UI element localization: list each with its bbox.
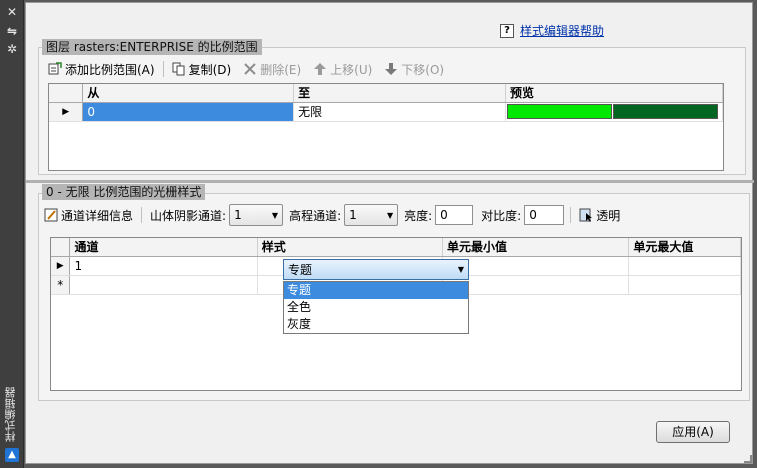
- copy-icon: [172, 62, 186, 76]
- column-header-preview[interactable]: 预览: [505, 84, 723, 103]
- cell-min[interactable]: [442, 275, 630, 295]
- chevron-down-icon: ▼: [457, 265, 464, 274]
- delete-icon: [243, 62, 257, 76]
- help-link[interactable]: ? 样式编辑器帮助: [499, 22, 604, 39]
- brightness-input[interactable]: 0: [435, 205, 474, 225]
- column-header-max[interactable]: 单元最大值: [628, 238, 741, 257]
- move-up-button[interactable]: 上移(U): [307, 59, 378, 79]
- cell-channel[interactable]: [69, 275, 258, 295]
- autohide-icon[interactable]: ⇋: [4, 24, 20, 38]
- close-icon[interactable]: ✕: [4, 5, 20, 19]
- elevation-value: 1: [349, 208, 357, 222]
- style-select-value: 专题: [288, 263, 313, 277]
- resize-grip[interactable]: [744, 455, 752, 463]
- cell-max[interactable]: [628, 275, 741, 295]
- channel-details-label: 通道详细信息: [61, 208, 134, 223]
- new-row-marker[interactable]: *: [51, 275, 71, 295]
- scale-range-grid: 从 至 预览 ▶ 0 无限: [48, 83, 724, 171]
- channel-details-button[interactable]: 通道详细信息: [42, 205, 139, 225]
- cell-to[interactable]: 无限: [293, 102, 506, 122]
- cell-channel[interactable]: 1: [69, 256, 258, 276]
- edit-icon: [44, 208, 58, 222]
- hillshade-channel-select[interactable]: 1 ▼: [229, 204, 284, 226]
- add-scale-range-button[interactable]: 添加比例范围(A): [42, 59, 161, 79]
- grid-corner: [49, 84, 84, 103]
- style-option-thematic[interactable]: 专题: [284, 282, 468, 299]
- preview-swatch: [613, 104, 718, 119]
- cell-max[interactable]: [628, 256, 741, 276]
- copy-label: 复制(D): [188, 62, 232, 77]
- copy-button[interactable]: 复制(D): [166, 59, 238, 79]
- hillshade-label: 山体阴影通道:: [150, 208, 227, 223]
- style-select[interactable]: 专题 ▼: [283, 259, 469, 280]
- column-header-min[interactable]: 单元最小值: [442, 238, 630, 257]
- column-header-style[interactable]: 样式: [257, 238, 444, 257]
- autocad-logo-icon: ▲: [5, 448, 19, 462]
- apply-button[interactable]: 应用(A): [656, 421, 730, 443]
- help-link-label[interactable]: 样式编辑器帮助: [520, 22, 604, 39]
- chevron-down-icon: ▼: [271, 210, 279, 220]
- toolbar-separator: [570, 207, 572, 223]
- elevation-channel-select[interactable]: 1 ▼: [344, 204, 399, 226]
- move-up-label: 上移(U): [330, 62, 373, 77]
- chevron-down-icon: ▼: [386, 210, 394, 220]
- toolbar-separator: [162, 61, 164, 77]
- move-down-label: 下移(O): [401, 62, 445, 77]
- transparent-label: 透明: [596, 208, 621, 223]
- contrast-input[interactable]: 0: [524, 205, 565, 225]
- help-icon: ?: [499, 23, 514, 38]
- scale-range-title: 图层 rasters:ENTERPRISE 的比例范围: [42, 39, 262, 55]
- add-range-icon: [48, 62, 62, 76]
- style-editor-panel: ? 样式编辑器帮助 图层 rasters:ENTERPRISE 的比例范围 添加…: [25, 2, 754, 464]
- channel-grid: 通道 样式 单元最小值 单元最大值 ▶ 1 * 专题 ▼ 专题 全色 灰度: [50, 237, 742, 391]
- palette-strip: ✕ ⇋ ✲ 样式编辑器 ▲: [0, 0, 24, 468]
- panel-splitter[interactable]: [26, 180, 754, 183]
- cell-from[interactable]: 0: [82, 102, 295, 122]
- row-pointer-icon[interactable]: ▶: [49, 102, 84, 122]
- arrow-down-icon: [384, 62, 398, 76]
- column-header-channel[interactable]: 通道: [69, 238, 258, 257]
- hillshade-value: 1: [234, 208, 242, 222]
- raster-style-title: 0 - 无限 比例范围的光栅样式: [42, 184, 206, 200]
- delete-button[interactable]: 删除(E): [237, 59, 307, 79]
- brightness-label: 亮度:: [404, 208, 433, 223]
- grid-corner: [51, 238, 71, 257]
- move-down-button[interactable]: 下移(O): [378, 59, 450, 79]
- properties-icon[interactable]: ✲: [4, 42, 20, 56]
- add-scale-range-label: 添加比例范围(A): [65, 62, 155, 77]
- row-pointer-icon[interactable]: ▶: [51, 256, 71, 276]
- transparent-button[interactable]: 透明: [573, 205, 626, 225]
- style-option-grayscale[interactable]: 灰度: [284, 316, 468, 333]
- transparency-icon: [579, 208, 593, 222]
- style-option-fullcolor[interactable]: 全色: [284, 299, 468, 316]
- table-row[interactable]: ▶ 0 无限: [49, 102, 723, 122]
- cell-min[interactable]: [442, 256, 630, 276]
- preview-swatch: [507, 104, 612, 119]
- cell-preview: [505, 102, 723, 122]
- column-header-to[interactable]: 至: [293, 84, 506, 103]
- elevation-label: 高程通道:: [289, 208, 342, 223]
- toolbar-separator: [141, 207, 143, 223]
- delete-label: 删除(E): [260, 62, 302, 77]
- scale-range-toolbar: 添加比例范围(A) 复制(D) 删除(E) 上移(U) 下移(O): [42, 58, 450, 80]
- raster-style-toolbar: 通道详细信息 山体阴影通道: 1 ▼ 高程通道: 1 ▼ 亮度: 0 对比度: 0 …: [42, 204, 626, 226]
- contrast-label: 对比度:: [481, 208, 522, 223]
- style-dropdown-list: 专题 全色 灰度: [283, 281, 469, 334]
- palette-title: 样式编辑器: [4, 387, 17, 442]
- column-header-from[interactable]: 从: [82, 84, 295, 103]
- arrow-up-icon: [313, 62, 327, 76]
